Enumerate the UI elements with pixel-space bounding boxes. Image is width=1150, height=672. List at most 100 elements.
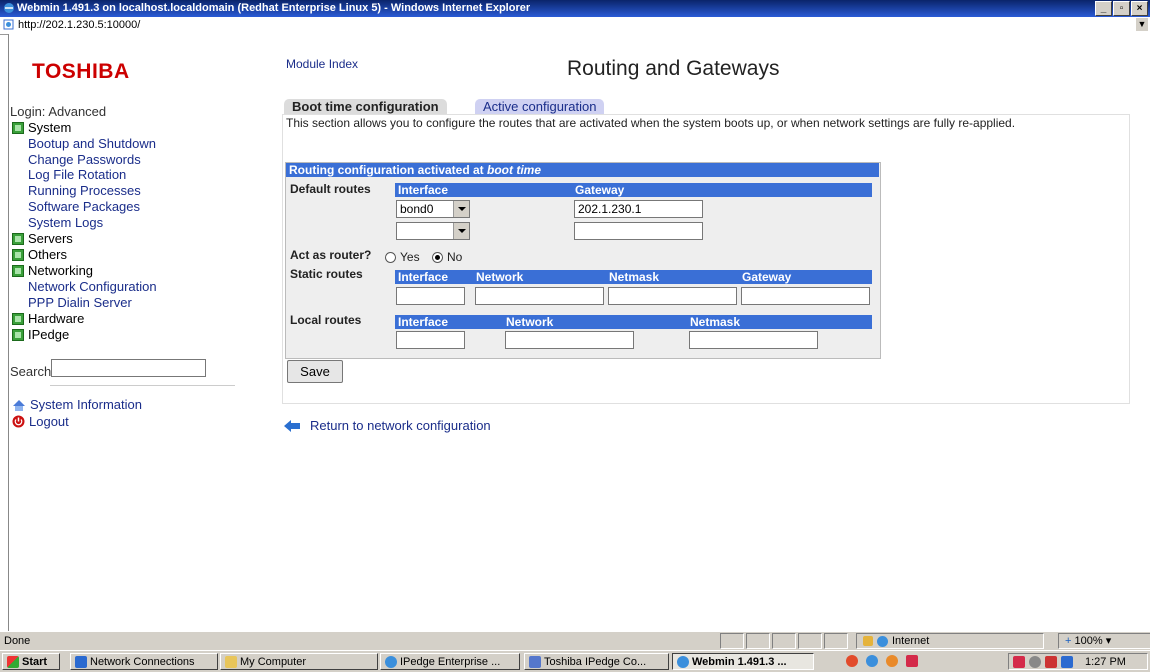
category-open-icon — [12, 264, 24, 277]
local-routes-label: Local routes — [290, 313, 362, 327]
column-header: Netmask — [609, 270, 660, 284]
zone-label: Internet — [892, 635, 930, 647]
task-toshiba-ipedge[interactable]: Toshiba IPedge Co... — [524, 653, 669, 670]
minimize-button[interactable]: _ — [1095, 1, 1112, 16]
system-information-link[interactable]: System Information — [12, 397, 142, 412]
task-webmin[interactable]: Webmin 1.491.3 ... — [672, 653, 814, 670]
globe-icon — [877, 635, 888, 647]
close-button[interactable]: × — [1131, 1, 1148, 16]
status-bar: Done Internet + 100% ▾ — [0, 631, 1150, 650]
ie-icon[interactable] — [866, 655, 878, 667]
address-bar[interactable]: http://202.1.230.5:10000/ ▼ — [0, 17, 1150, 35]
category-servers[interactable]: Servers — [12, 231, 73, 246]
sidebar-item-running-processes[interactable]: Running Processes — [28, 183, 141, 198]
system-information-label: System Information — [30, 397, 142, 412]
column-header: Interface — [398, 270, 449, 284]
status-cell — [824, 633, 848, 649]
task-label: Toshiba IPedge Co... — [544, 655, 647, 668]
static-network-input[interactable] — [475, 287, 604, 305]
system-information-icon — [13, 399, 25, 411]
tab-boot-time[interactable]: Boot time configuration — [284, 99, 447, 114]
return-network-config-link[interactable]: Return to network configuration — [284, 418, 491, 433]
task-network-connections[interactable]: Network Connections — [70, 653, 218, 670]
task-ipedge-enterprise[interactable]: IPedge Enterprise ... — [380, 653, 520, 670]
pocket-icon[interactable] — [1013, 655, 1025, 668]
monitor-icon[interactable] — [1061, 655, 1073, 668]
local-netmask-input[interactable] — [689, 331, 818, 349]
gateway-input[interactable] — [574, 200, 703, 218]
column-header: Netmask — [690, 315, 741, 329]
category-networking[interactable]: Networking — [12, 263, 93, 278]
sidebar-item-software-packages[interactable]: Software Packages — [28, 199, 140, 214]
taskbar: Start Network Connections My Computer IP… — [0, 650, 1150, 672]
sidebar-item-network-configuration[interactable]: Network Configuration — [28, 279, 157, 294]
gateway-input[interactable] — [574, 222, 703, 240]
tab-active-configuration[interactable]: Active configuration — [475, 99, 605, 114]
address-url[interactable]: http://202.1.230.5:10000/ — [18, 19, 140, 31]
status-cell — [772, 633, 796, 649]
router-no-radio[interactable] — [432, 252, 443, 263]
task-my-computer[interactable]: My Computer — [220, 653, 378, 670]
start-button[interactable]: Start — [2, 653, 60, 670]
sidebar-item-system-logs[interactable]: System Logs — [28, 215, 103, 230]
column-header: Network — [506, 315, 554, 329]
sidebar-item-bootup[interactable]: Bootup and Shutdown — [28, 136, 156, 151]
logout-link[interactable]: Logout — [12, 414, 69, 429]
firefox-icon[interactable] — [886, 655, 898, 667]
task-label: Network Connections — [90, 655, 195, 668]
chevron-down-icon — [453, 223, 469, 239]
logout-label: Logout — [29, 414, 69, 429]
tray-icon[interactable] — [1029, 655, 1041, 668]
system-tray: 1:27 PM — [1008, 653, 1148, 670]
column-header: Gateway — [742, 270, 792, 284]
sidebar-item-log-rotation[interactable]: Log File Rotation — [28, 167, 126, 182]
shield-icon[interactable] — [1045, 655, 1057, 668]
category-system[interactable]: System — [12, 120, 71, 135]
folder-icon — [225, 655, 237, 668]
static-gateway-input[interactable] — [741, 287, 870, 305]
router-no-label: No — [447, 250, 463, 264]
category-label: System — [28, 120, 72, 135]
zoom-control[interactable]: + 100% ▾ — [1058, 633, 1150, 649]
zoom-level: 100% — [1074, 635, 1103, 647]
category-label: Networking — [28, 263, 94, 278]
act-as-router-label: Act as router? — [290, 248, 372, 262]
task-label: Webmin 1.491.3 ... — [692, 655, 787, 668]
maximize-button[interactable]: ▫ — [1113, 1, 1130, 16]
security-zone[interactable]: Internet — [856, 633, 1044, 649]
pocket-icon[interactable] — [906, 655, 918, 667]
windows-logo-icon — [7, 655, 19, 668]
column-header: Network — [476, 270, 524, 284]
category-ipedge[interactable]: IPedge — [12, 327, 69, 342]
power-icon — [12, 415, 25, 428]
search-input[interactable] — [51, 359, 206, 377]
login-label: Login: Advanced — [10, 104, 107, 119]
page-title: Routing and Gateways — [567, 57, 780, 80]
static-routes-label: Static routes — [290, 267, 363, 281]
status-cell — [720, 633, 744, 649]
static-netmask-input[interactable] — [608, 287, 737, 305]
interface-select[interactable]: bond0 — [396, 200, 470, 218]
category-others[interactable]: Others — [12, 247, 67, 262]
clock: 1:27 PM — [1085, 655, 1126, 668]
form-heading-text: Routing configuration activated at — [289, 163, 488, 177]
task-label: My Computer — [240, 655, 307, 668]
local-interface-input[interactable] — [396, 331, 465, 349]
save-button[interactable]: Save — [287, 360, 343, 383]
static-interface-input[interactable] — [396, 287, 465, 305]
chrome-icon[interactable] — [846, 655, 858, 667]
form-heading: Routing configuration activated at boot … — [286, 163, 879, 177]
status-cell — [798, 633, 822, 649]
sidebar-item-change-passwords[interactable]: Change Passwords — [28, 152, 141, 167]
column-header: Gateway — [575, 183, 625, 197]
router-yes-radio[interactable] — [385, 252, 396, 263]
category-hardware[interactable]: Hardware — [12, 311, 84, 326]
status-cells — [720, 633, 848, 649]
sidebar-item-ppp-dialin[interactable]: PPP Dialin Server — [28, 295, 132, 310]
address-dropdown-icon[interactable]: ▼ — [1136, 18, 1148, 31]
module-index-link[interactable]: Module Index — [286, 57, 358, 71]
local-network-input[interactable] — [505, 331, 634, 349]
interface-select[interactable] — [396, 222, 470, 240]
search-label: Search: — [10, 364, 55, 379]
column-header: Interface — [398, 183, 449, 197]
